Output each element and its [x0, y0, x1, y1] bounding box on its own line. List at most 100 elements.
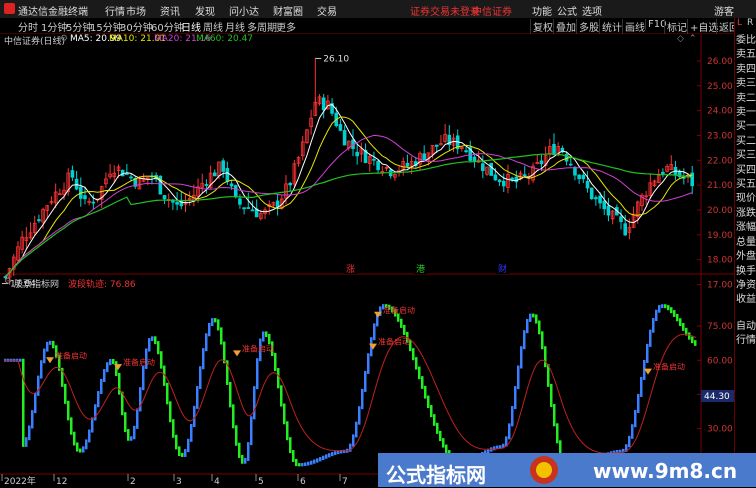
- osc-bar: [403, 324, 406, 335]
- tf-daily[interactable]: 日线: [181, 19, 201, 34]
- menu-news[interactable]: 资讯: [160, 3, 180, 18]
- osc-bar: [244, 457, 247, 464]
- quote-field-1: 卖五: [736, 49, 756, 61]
- osc-bar: [667, 305, 670, 311]
- tf-weekly[interactable]: 周线: [203, 19, 223, 34]
- chart-area[interactable]: 26.00 25.00 24.00 23.00 22.00 21.00 20.00 19.00…: [0, 34, 734, 487]
- osc-bar: [142, 365, 145, 391]
- timeframe-bar: 分时 1分钟 5分钟 15分钟 30分钟 60分钟 日线 周线 月线 多周期 更…: [0, 18, 739, 34]
- quote-field-10: 买五: [736, 179, 756, 191]
- osc-bar: [658, 305, 661, 313]
- osc-bar: [118, 372, 121, 395]
- tool-adjust[interactable]: 复权: [530, 19, 555, 34]
- osc-bar: [241, 454, 244, 464]
- candle-body: [539, 160, 544, 165]
- menu-ask[interactable]: 问小达: [229, 3, 259, 18]
- tf-1min[interactable]: 1分钟: [41, 19, 67, 34]
- watermark-banner: 公式指标网 www.9m8.cn: [378, 453, 756, 487]
- candle-body: [464, 150, 468, 153]
- panel-r-toggle[interactable]: R: [747, 18, 753, 28]
- osc-bar: [25, 437, 28, 447]
- osc-bar: [235, 425, 238, 446]
- guest-label[interactable]: 游客: [714, 3, 734, 18]
- quote-field-3: 卖三: [736, 78, 756, 90]
- quote-field-14: 总量: [736, 236, 756, 248]
- date-axis-label: 6: [300, 477, 306, 487]
- osc-bar: [208, 322, 211, 337]
- candle-body: [129, 176, 133, 179]
- osc-bar: [361, 388, 364, 410]
- osc-bar: [514, 386, 517, 410]
- tool-mark[interactable]: 标记: [664, 19, 689, 34]
- menu-formula[interactable]: 公式: [557, 3, 577, 18]
- tf-multi[interactable]: 多周期: [247, 19, 277, 34]
- candle-body: [83, 195, 87, 200]
- menu-trade[interactable]: 交易: [317, 3, 337, 18]
- quote-field-6: 买一: [736, 121, 756, 133]
- candle-body: [321, 97, 326, 111]
- osc-bar: [82, 446, 85, 453]
- osc-bar: [169, 401, 172, 423]
- candle-body: [434, 144, 439, 147]
- menu-wealth[interactable]: 财富圈: [273, 3, 303, 18]
- candle-body: [472, 156, 477, 162]
- tool-stats[interactable]: 统计: [599, 19, 624, 34]
- indicator-settings-icon[interactable]: ⚙: [4, 277, 12, 287]
- candle-body: [233, 185, 238, 198]
- menu-discover[interactable]: 发现: [195, 3, 215, 18]
- osc-bar: [232, 404, 235, 429]
- candle-body: [581, 174, 586, 180]
- quote-field-4: 卖二: [736, 92, 756, 104]
- menu-market[interactable]: 市场: [126, 3, 146, 18]
- quote-field-11: 现价: [736, 193, 756, 205]
- indicator-title: 股票指标网: [14, 280, 60, 290]
- menu-options[interactable]: 选项: [582, 3, 602, 18]
- candle-body: [598, 195, 602, 204]
- candle-body: [602, 200, 607, 210]
- osc-bar: [313, 459, 316, 464]
- tool-multi-stock[interactable]: 多股: [576, 19, 601, 34]
- candle-body: [288, 182, 292, 186]
- osc-bar: [400, 318, 403, 328]
- quote-field-16: 换手: [736, 265, 756, 277]
- candle-body: [355, 151, 359, 157]
- watermark-logo-icon: [530, 456, 558, 484]
- tf-30min[interactable]: 30分钟: [120, 19, 153, 34]
- tool-overlay[interactable]: 叠加: [553, 19, 578, 34]
- tf-monthly[interactable]: 月线: [225, 19, 245, 34]
- login-notice[interactable]: 证券交易未登录: [410, 3, 480, 18]
- collapse-icon[interactable]: ⌃: [689, 34, 697, 44]
- menu-quotes[interactable]: 行情: [105, 3, 125, 18]
- indicator-info-bar: ⚙ 股票指标网 波段轨迹: 76.86: [0, 277, 400, 290]
- osc-bar: [421, 376, 424, 389]
- osc-bar: [289, 437, 292, 454]
- tool-draw[interactable]: 画线: [622, 19, 647, 34]
- event-marker-1[interactable]: 港: [416, 263, 425, 275]
- tf-intraday[interactable]: 分时: [18, 19, 38, 34]
- indicator-value: 波段轨迹: 76.86: [68, 280, 136, 290]
- osc-bar: [31, 410, 34, 429]
- quote-field-15: 外盘: [736, 251, 756, 263]
- event-marker-0[interactable]: 涨: [346, 264, 355, 275]
- settings-icon[interactable]: ⚙: [60, 34, 68, 44]
- osc-bar: [517, 365, 520, 390]
- candle-body: [372, 158, 376, 161]
- tf-15min[interactable]: 15分钟: [90, 19, 123, 34]
- osc-bar: [373, 323, 376, 341]
- osc-bar: [256, 358, 259, 390]
- osc-bar: [301, 463, 304, 467]
- osc-bar: [187, 438, 190, 453]
- menu-functions[interactable]: 功能: [532, 3, 552, 18]
- event-marker-2[interactable]: 财: [498, 263, 507, 275]
- osc-bar: [292, 450, 295, 462]
- osc-bar: [100, 378, 103, 395]
- osc-bar: [220, 327, 223, 345]
- diamond-icon[interactable]: ◇: [677, 34, 684, 44]
- tf-60min[interactable]: 60分钟: [151, 19, 184, 34]
- osc-bar: [679, 318, 682, 327]
- tf-5min[interactable]: 5分钟: [66, 19, 92, 34]
- panel-l-toggle[interactable]: L: [737, 18, 742, 28]
- broker-name[interactable]: 中信证券: [472, 3, 512, 18]
- osc-bar: [229, 381, 232, 408]
- tf-more[interactable]: 更多: [276, 19, 296, 34]
